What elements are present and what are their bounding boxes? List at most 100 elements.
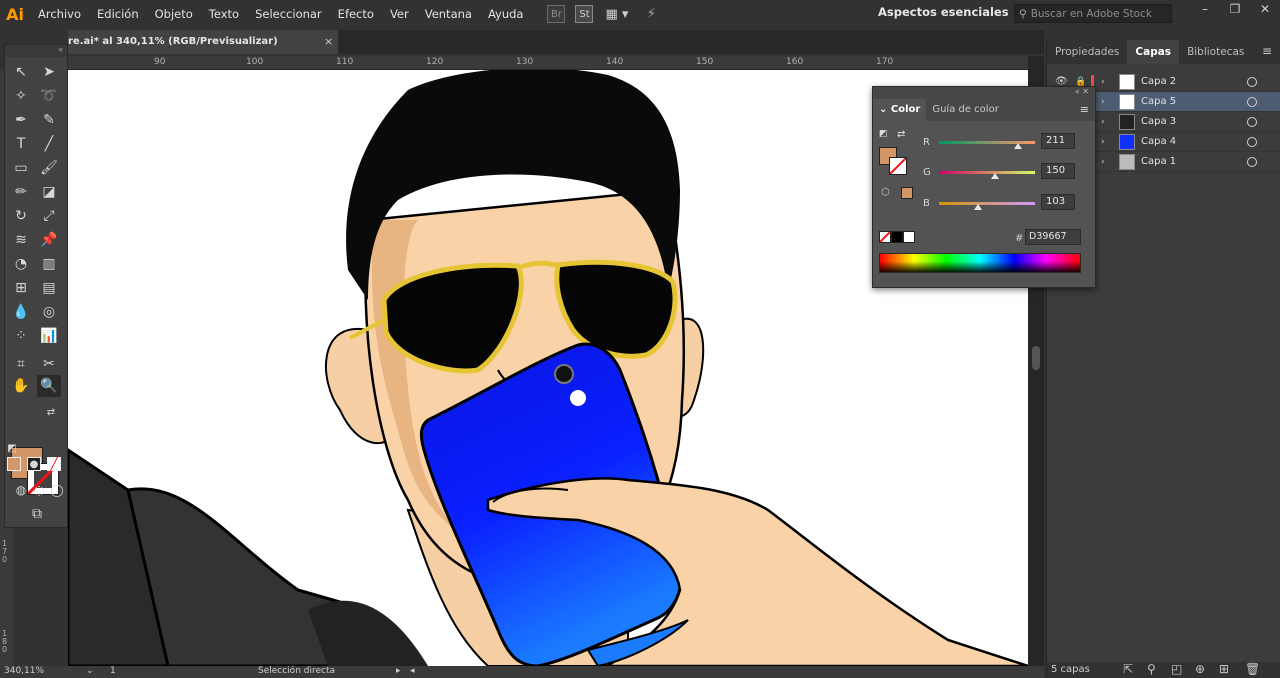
slider-b[interactable] <box>939 202 1035 205</box>
menu-ayuda[interactable]: Ayuda <box>480 0 532 28</box>
horizontal-ruler[interactable]: 90 100 110 120 130 140 150 160 170 <box>68 56 1028 70</box>
direct-selection-tool-icon[interactable]: ➤ <box>37 61 61 83</box>
lasso-tool-icon[interactable]: ➰ <box>37 85 61 107</box>
export-icon[interactable]: ⇱ <box>1123 662 1133 676</box>
chevron-right-icon[interactable]: › <box>1101 157 1105 167</box>
panel-menu-icon[interactable]: ≡ <box>1080 103 1089 116</box>
slider-b-handle[interactable] <box>973 204 982 210</box>
restore-icon[interactable]: ❐ <box>1220 0 1250 20</box>
new-sublayer-icon[interactable]: ⊕ <box>1195 662 1205 676</box>
black-swatch[interactable] <box>891 231 903 243</box>
warp-tool-icon[interactable]: ≋ <box>9 229 33 251</box>
curvature-tool-icon[interactable]: ✎ <box>37 109 61 131</box>
tab-guia-color[interactable]: Guía de color <box>926 99 1004 121</box>
selection-tool-icon[interactable]: ↖ <box>9 61 33 83</box>
default-colors-icon[interactable]: ◩ <box>879 129 888 139</box>
slider-g[interactable] <box>939 171 1035 174</box>
puppet-warp-tool-icon[interactable]: 📌 <box>37 229 61 251</box>
close-tab-icon[interactable]: × <box>324 35 333 48</box>
zoom-level[interactable]: 340,11% <box>4 666 44 676</box>
out-of-gamut-icon[interactable]: ⬡ <box>881 187 890 198</box>
artboard-number[interactable]: 1 <box>110 666 116 676</box>
menu-archivo[interactable]: Archivo <box>30 0 89 28</box>
eyedropper-tool-icon[interactable]: 💧 <box>9 301 33 323</box>
gradient-tool-icon[interactable]: ▤ <box>37 277 61 299</box>
slider-r-handle[interactable] <box>1014 143 1023 149</box>
pencil-tool-icon[interactable]: ✏ <box>9 181 33 203</box>
paintbrush-tool-icon[interactable]: 🖌 <box>37 157 61 179</box>
value-b[interactable]: 103 <box>1041 194 1075 210</box>
magic-wand-tool-icon[interactable]: ✧ <box>9 85 33 107</box>
target-icon[interactable] <box>1247 96 1257 107</box>
stock-button[interactable]: St <box>575 5 594 23</box>
rectangle-tool-icon[interactable]: ▭ <box>9 157 33 179</box>
close-icon[interactable]: ✕ <box>1250 0 1280 20</box>
document-tab[interactable]: re.ai* al 340,11% (RGB/Previsualizar) <box>68 30 338 54</box>
symbol-sprayer-tool-icon[interactable]: ⁘ <box>9 325 33 347</box>
trash-icon[interactable]: 🗑 <box>1245 662 1260 676</box>
chevron-right-icon[interactable]: › <box>1101 137 1105 147</box>
menu-objeto[interactable]: Objeto <box>147 0 201 28</box>
none-mode-icon[interactable]: ╱ <box>47 457 61 471</box>
blend-tool-icon[interactable]: ◎ <box>37 301 61 323</box>
menu-efecto[interactable]: Efecto <box>330 0 382 28</box>
workspace-switcher[interactable]: Aspectos esenciales ⌄ <box>878 5 1022 19</box>
tab-bibliotecas[interactable]: Bibliotecas <box>1179 40 1252 64</box>
layer-name[interactable]: Capa 2 <box>1141 76 1176 87</box>
none-swatch[interactable] <box>879 231 891 243</box>
perspective-grid-tool-icon[interactable]: ▥ <box>37 253 61 275</box>
target-icon[interactable] <box>1247 116 1257 127</box>
menu-seleccionar[interactable]: Seleccionar <box>247 0 330 28</box>
minimize-icon[interactable]: – <box>1190 0 1220 20</box>
locate-object-icon[interactable]: ⚲ <box>1147 662 1156 676</box>
line-tool-icon[interactable]: ╱ <box>37 133 61 155</box>
panel-menu-icon[interactable]: ≡ <box>1262 44 1272 58</box>
shape-builder-tool-icon[interactable]: ◔ <box>9 253 33 275</box>
scroll-left-icon[interactable]: ◂ <box>410 666 415 676</box>
draw-inside-icon[interactable]: ◯ <box>45 479 69 501</box>
menu-ver[interactable]: Ver <box>382 0 417 28</box>
new-layer-icon[interactable]: ⊞ <box>1219 662 1229 676</box>
swap-icon[interactable]: ⇄ <box>897 129 905 140</box>
menu-texto[interactable]: Texto <box>201 0 247 28</box>
value-g[interactable]: 150 <box>1041 163 1075 179</box>
white-swatch[interactable] <box>903 231 915 243</box>
gradient-mode-icon[interactable]: ● <box>27 457 41 471</box>
menu-edicion[interactable]: Edición <box>89 0 147 28</box>
target-icon[interactable] <box>1247 136 1257 147</box>
bridge-button[interactable]: Br <box>547 5 566 23</box>
tab-capas[interactable]: Capas <box>1127 40 1180 64</box>
chevron-down-icon[interactable]: ⌄ <box>86 666 94 676</box>
current-tool-status[interactable]: Selección directa <box>258 666 335 676</box>
default-colors-icon[interactable]: ◩ <box>5 437 19 459</box>
color-mode-icon[interactable] <box>7 457 21 471</box>
artboard-tool-icon[interactable]: ⌗ <box>9 353 33 375</box>
layer-name[interactable]: Capa 4 <box>1141 136 1176 147</box>
chevron-right-icon[interactable]: › <box>1101 117 1105 127</box>
menu-ventana[interactable]: Ventana <box>417 0 480 28</box>
slice-tool-icon[interactable]: ✂ <box>37 353 61 375</box>
target-icon[interactable] <box>1247 76 1257 87</box>
chevron-right-icon[interactable]: › <box>1101 97 1105 107</box>
rotate-tool-icon[interactable]: ↻ <box>9 205 33 227</box>
panel-stroke-swatch[interactable] <box>889 157 907 175</box>
clipping-mask-icon[interactable]: ◰ <box>1171 662 1182 676</box>
target-icon[interactable] <box>1247 156 1257 167</box>
layer-name[interactable]: Capa 1 <box>1141 156 1176 167</box>
tab-color[interactable]: ⌄ Color <box>873 99 927 121</box>
mesh-tool-icon[interactable]: ⊞ <box>9 277 33 299</box>
scale-tool-icon[interactable]: ⤢ <box>37 205 61 227</box>
lock-icon[interactable]: 🔒 <box>1075 77 1087 87</box>
arrange-documents-icon[interactable]: ▦ ▾ <box>605 7 628 22</box>
zoom-tool-icon[interactable]: 🔍 <box>37 375 61 397</box>
chevron-right-icon[interactable]: › <box>1101 77 1105 87</box>
value-r[interactable]: 211 <box>1041 133 1075 149</box>
hex-input[interactable]: D39667 <box>1025 229 1081 245</box>
eraser-tool-icon[interactable]: ◪ <box>37 181 61 203</box>
tab-propiedades[interactable]: Propiedades <box>1047 40 1127 64</box>
swap-fill-stroke-icon[interactable]: ⇄ <box>39 401 63 423</box>
scrollbar-thumb[interactable] <box>1032 346 1040 370</box>
screen-mode-icon[interactable]: ⧉ <box>25 503 49 525</box>
hand-tool-icon[interactable]: ✋ <box>9 375 33 397</box>
pen-tool-icon[interactable]: ✒ <box>9 109 33 131</box>
